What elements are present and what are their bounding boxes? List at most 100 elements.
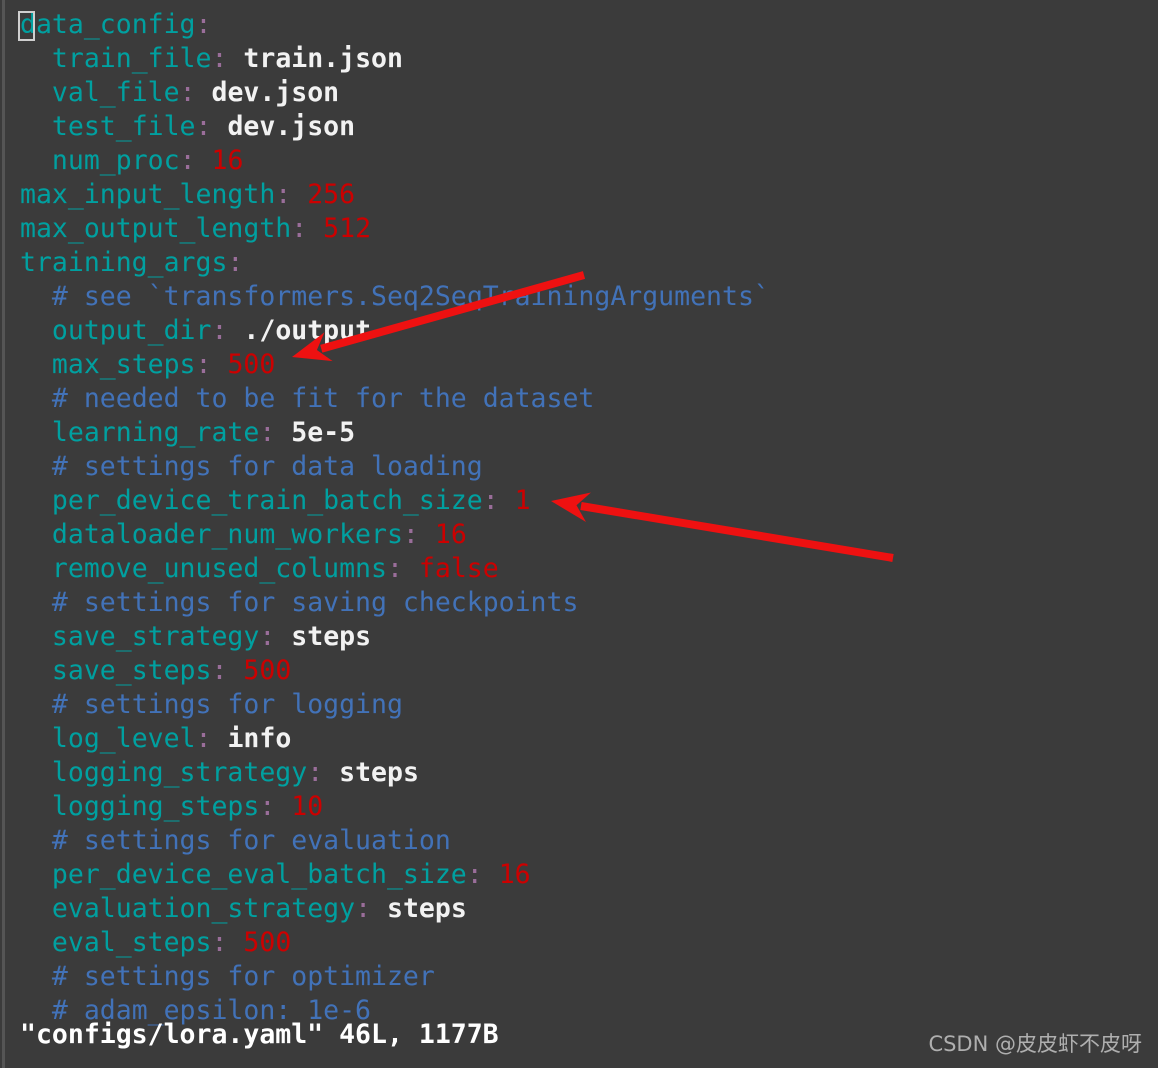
- yaml-key: remove_unused_columns: [51, 553, 387, 584]
- yaml-value: 500: [243, 927, 292, 958]
- yaml-value: 500: [243, 655, 292, 686]
- yaml-key: log_level: [51, 723, 196, 754]
- code-line-mapping[interactable]: eval_steps: 500: [0, 926, 1158, 960]
- yaml-colon: :: [211, 43, 228, 74]
- code-line-comment[interactable]: # settings for evaluation: [0, 824, 1158, 858]
- yaml-value: dev.json: [227, 111, 356, 142]
- code-line-mapping[interactable]: evaluation_strategy: steps: [0, 892, 1158, 926]
- yaml-value: 500: [227, 349, 276, 380]
- code-line-mapping[interactable]: val_file: dev.json: [0, 76, 1158, 110]
- code-line-mapping[interactable]: train_file: train.json: [0, 42, 1158, 76]
- yaml-key: eval_steps: [51, 927, 212, 958]
- yaml-key: logging_strategy: [51, 757, 308, 788]
- yaml-value: train.json: [243, 43, 403, 74]
- code-line-mapping[interactable]: dataloader_num_workers: 16: [0, 518, 1158, 552]
- yaml-colon: :: [259, 791, 276, 822]
- code-line-mapping[interactable]: logging_strategy: steps: [0, 756, 1158, 790]
- yaml-colon: :: [291, 213, 308, 244]
- code-line-comment[interactable]: # needed to be fit for the dataset: [0, 382, 1158, 416]
- yaml-colon: :: [195, 9, 212, 40]
- yaml-key: training_args: [20, 247, 228, 278]
- yaml-key: max_output_length: [20, 213, 292, 244]
- code-line-mapping[interactable]: output_dir: ./output: [0, 314, 1158, 348]
- comment-text: # settings for saving checkpoints: [51, 587, 579, 618]
- yaml-value: 10: [291, 791, 324, 822]
- yaml-value: 16: [498, 859, 531, 890]
- yaml-key: output_dir: [51, 315, 212, 346]
- yaml-colon: :: [355, 893, 372, 924]
- yaml-colon: :: [227, 247, 244, 278]
- vim-block-cursor: d: [18, 9, 36, 41]
- yaml-colon: :: [482, 485, 499, 516]
- code-line-mapping[interactable]: max_input_length: 256: [0, 178, 1158, 212]
- yaml-value: 512: [323, 213, 372, 244]
- yaml-value: 5e-5: [291, 417, 356, 448]
- yaml-key: val_file: [51, 77, 180, 108]
- yaml-colon: :: [259, 621, 276, 652]
- csdn-watermark: CSDN @皮皮虾不皮呀: [928, 1032, 1142, 1056]
- code-line-mapping[interactable]: remove_unused_columns: false: [0, 552, 1158, 586]
- code-line-mapping[interactable]: max_steps: 500: [0, 348, 1158, 382]
- yaml-key: save_strategy: [51, 621, 260, 652]
- yaml-key: max_steps: [51, 349, 196, 380]
- yaml-code-area[interactable]: data_config: train_file: train.json val_…: [0, 0, 1158, 1028]
- yaml-key: per_device_eval_batch_size: [51, 859, 467, 890]
- yaml-colon: :: [195, 723, 212, 754]
- yaml-value: false: [418, 553, 499, 584]
- code-line-comment[interactable]: # settings for optimizer: [0, 960, 1158, 994]
- yaml-value: 16: [434, 519, 467, 550]
- code-line-mapping[interactable]: log_level: info: [0, 722, 1158, 756]
- code-line-comment[interactable]: # see `transformers.Seq2SeqTrainingArgum…: [0, 280, 1158, 314]
- comment-text: # needed to be fit for the dataset: [51, 383, 595, 414]
- code-line-mapping[interactable]: per_device_train_batch_size: 1: [0, 484, 1158, 518]
- code-line-mapping[interactable]: save_steps: 500: [0, 654, 1158, 688]
- yaml-value: 16: [211, 145, 244, 176]
- code-line-mapping[interactable]: logging_steps: 10: [0, 790, 1158, 824]
- yaml-key: evaluation_strategy: [51, 893, 356, 924]
- yaml-key: per_device_train_batch_size: [51, 485, 483, 516]
- yaml-colon: :: [211, 315, 228, 346]
- yaml-value: 1: [514, 485, 531, 516]
- code-line-mapping[interactable]: save_strategy: steps: [0, 620, 1158, 654]
- yaml-colon: :: [195, 111, 212, 142]
- code-line-comment[interactable]: # settings for data loading: [0, 450, 1158, 484]
- code-line-mapping[interactable]: num_proc: 16: [0, 144, 1158, 178]
- yaml-value: 256: [307, 179, 356, 210]
- yaml-colon: :: [211, 927, 228, 958]
- code-line-mapping[interactable]: max_output_length: 512: [0, 212, 1158, 246]
- comment-text: # settings for data loading: [51, 451, 483, 482]
- yaml-key: num_proc: [51, 145, 180, 176]
- vim-terminal-window: data_config: train_file: train.json val_…: [0, 0, 1158, 1068]
- code-line-mapping[interactable]: per_device_eval_batch_size: 16: [0, 858, 1158, 892]
- code-line-mapping[interactable]: training_args:: [0, 246, 1158, 280]
- yaml-colon: :: [179, 145, 196, 176]
- yaml-colon: :: [195, 349, 212, 380]
- yaml-colon: :: [259, 417, 276, 448]
- yaml-colon: :: [307, 757, 324, 788]
- yaml-colon: :: [386, 553, 403, 584]
- yaml-key: logging_steps: [51, 791, 260, 822]
- yaml-key: learning_rate: [51, 417, 260, 448]
- yaml-key: dataloader_num_workers: [51, 519, 403, 550]
- yaml-key: train_file: [51, 43, 212, 74]
- yaml-key: max_input_length: [20, 179, 276, 210]
- yaml-colon: :: [466, 859, 483, 890]
- yaml-colon: :: [179, 77, 196, 108]
- yaml-colon: :: [211, 655, 228, 686]
- yaml-key: data_config: [18, 9, 196, 41]
- yaml-key: test_file: [51, 111, 196, 142]
- yaml-value: steps: [339, 757, 419, 788]
- code-line-mapping[interactable]: learning_rate: 5e-5: [0, 416, 1158, 450]
- yaml-key: save_steps: [51, 655, 212, 686]
- code-line-comment[interactable]: # settings for saving checkpoints: [0, 586, 1158, 620]
- code-line-mapping[interactable]: test_file: dev.json: [0, 110, 1158, 144]
- yaml-value: steps: [291, 621, 372, 652]
- yaml-value: steps: [387, 893, 467, 924]
- yaml-value: info: [227, 723, 292, 754]
- comment-text: # settings for optimizer: [51, 961, 435, 992]
- yaml-value: ./output: [243, 315, 372, 346]
- code-line-mapping[interactable]: data_config:: [0, 8, 1158, 42]
- comment-text: # settings for logging: [51, 689, 403, 720]
- comment-text: # see `transformers.Seq2SeqTrainingArgum…: [51, 281, 770, 312]
- code-line-comment[interactable]: # settings for logging: [0, 688, 1158, 722]
